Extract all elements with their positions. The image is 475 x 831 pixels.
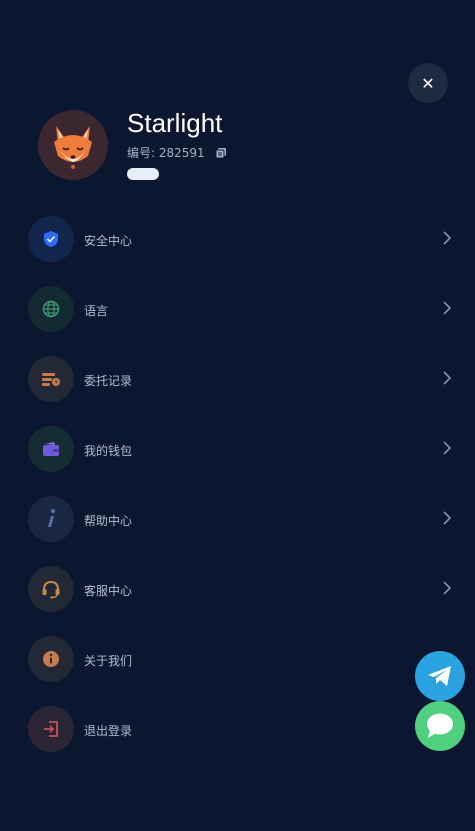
username: Starlight [127, 108, 223, 138]
menu-label-about: 关于我们 [84, 654, 133, 668]
close-button[interactable]: ✕ [408, 63, 448, 103]
telegram-button[interactable] [415, 651, 465, 701]
logout-icon [28, 706, 74, 752]
headset-icon [28, 566, 74, 612]
menu-item-language[interactable]: 语言 [28, 286, 458, 356]
chevron-right-icon [443, 300, 452, 319]
telegram-icon [428, 666, 451, 686]
fox-avatar-icon [54, 126, 92, 169]
menu-label-security: 安全中心 [84, 234, 133, 248]
menu-item-about[interactable]: 关于我们 [28, 636, 458, 706]
avatar[interactable] [38, 110, 108, 180]
menu-list: 安全中心 语言 委托记录 我的钱包 帮助中心 客服中心 关于我们 退出登录 [28, 216, 458, 776]
user-level-badge [127, 168, 159, 180]
menu-label-wallet: 我的钱包 [84, 444, 133, 458]
chevron-right-icon [443, 580, 452, 599]
profile-header: Starlight 编号: 282591 [38, 108, 227, 180]
menu-label-help: 帮助中心 [84, 514, 133, 528]
order-record-icon [28, 356, 74, 402]
menu-label-logout: 退出登录 [84, 724, 133, 738]
menu-item-wallet[interactable]: 我的钱包 [28, 426, 458, 496]
menu-label-order-records: 委托记录 [84, 374, 133, 388]
menu-item-security[interactable]: 安全中心 [28, 216, 458, 286]
chevron-right-icon [443, 440, 452, 459]
copy-icon[interactable] [215, 147, 227, 159]
shield-check-icon [28, 216, 74, 262]
menu-label-customer-service: 客服中心 [84, 584, 133, 598]
info-italic-icon [28, 496, 74, 542]
chevron-right-icon [443, 510, 452, 529]
user-id: 编号: 282591 [127, 146, 205, 160]
globe-icon [28, 286, 74, 332]
menu-item-help[interactable]: 帮助中心 [28, 496, 458, 566]
menu-item-customer-service[interactable]: 客服中心 [28, 566, 458, 636]
close-icon: ✕ [421, 73, 435, 93]
menu-label-language: 语言 [84, 304, 109, 318]
menu-item-logout[interactable]: 退出登录 [28, 706, 458, 776]
chat-bubble-icon [427, 713, 453, 738]
chat-button[interactable] [415, 701, 465, 751]
wallet-icon [28, 426, 74, 472]
chevron-right-icon [443, 230, 452, 249]
info-circle-icon [28, 636, 74, 682]
menu-item-order-records[interactable]: 委托记录 [28, 356, 458, 426]
chevron-right-icon [443, 370, 452, 389]
